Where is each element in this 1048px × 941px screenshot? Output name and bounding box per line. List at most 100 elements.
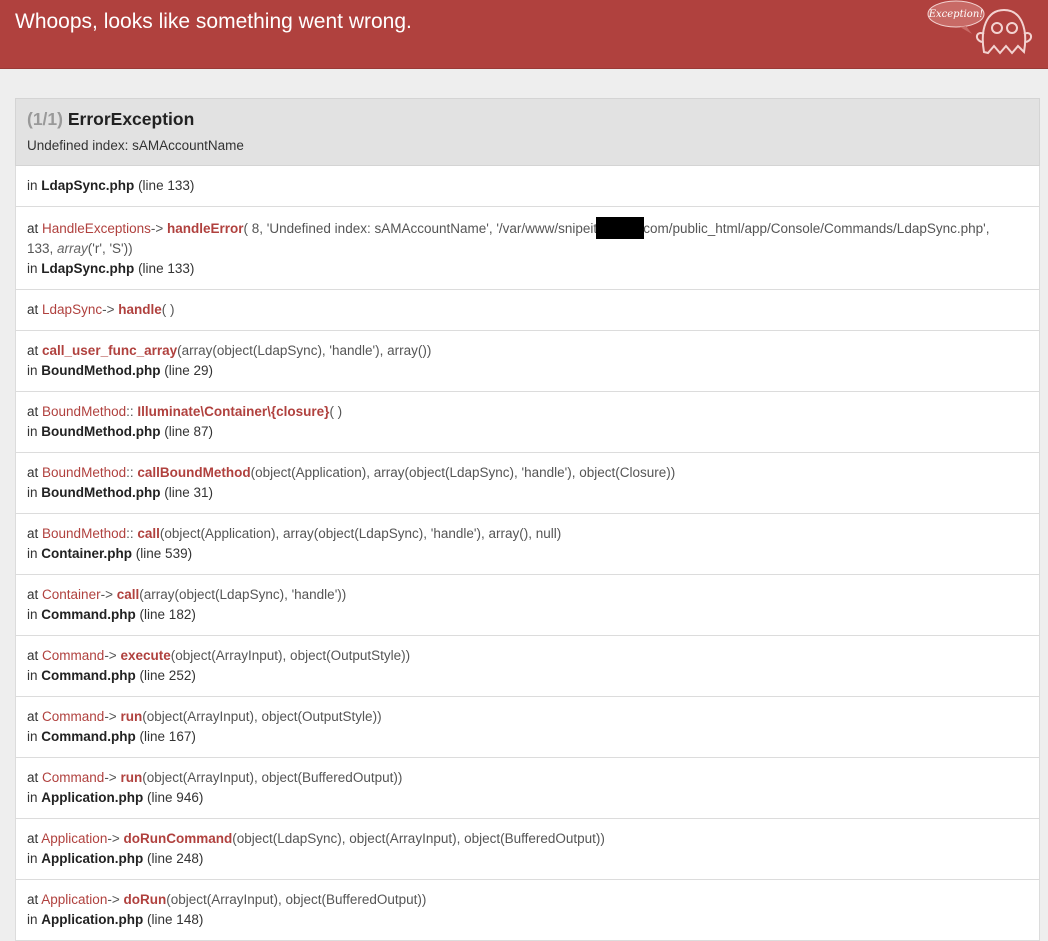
frame-location: in Application.php (line 148) — [27, 912, 204, 927]
logo-text: Exception! — [928, 9, 984, 20]
frame-function: doRunCommand — [123, 831, 233, 846]
frame-line: (line 167) — [139, 729, 196, 744]
frame-location: in Command.php (line 182) — [27, 607, 196, 622]
frame-args: (array(object(LdapSync), 'handle')) — [139, 587, 347, 602]
frame-class[interactable]: Command — [42, 770, 104, 785]
frame-file[interactable]: Container.php — [41, 546, 132, 561]
frame-file[interactable]: BoundMethod.php — [41, 485, 160, 500]
frame-file[interactable]: Command.php — [41, 668, 136, 683]
redacted-block — [596, 217, 645, 239]
frame-call: at Application-> doRun(object(ArrayInput… — [27, 892, 427, 907]
frame-file[interactable]: Application.php — [41, 851, 143, 866]
exception-panel: (1/1) ErrorException Undefined index: sA… — [15, 98, 1040, 941]
frame-function: run — [120, 770, 143, 785]
frame-function: call — [137, 526, 160, 541]
origin-file[interactable]: LdapSync.php — [41, 178, 134, 193]
frame-args: ( ) — [329, 404, 343, 419]
frame-function: Illuminate\Container\{closure} — [137, 404, 330, 419]
frame-file[interactable]: BoundMethod.php — [41, 363, 160, 378]
frame-function: call_user_func_array — [42, 343, 178, 358]
exception-header: (1/1) ErrorException Undefined index: sA… — [15, 98, 1040, 166]
stack-frame: at HandleExceptions-> handleError( 8, 'U… — [15, 207, 1040, 290]
frame-function: handleError — [167, 221, 244, 236]
exception-title: (1/1) ErrorException — [27, 109, 1028, 130]
frame-call: at Container-> call(array(object(LdapSyn… — [27, 587, 347, 602]
frame-args: (array(object(LdapSync), 'handle'), arra… — [177, 343, 432, 358]
origin-line: (line 133) — [138, 178, 195, 193]
frame-file[interactable]: BoundMethod.php — [41, 424, 160, 439]
frame-line: (line 87) — [164, 424, 214, 439]
frame-class[interactable]: LdapSync — [42, 302, 102, 317]
frame-call: at BoundMethod:: call(object(Application… — [27, 526, 562, 541]
frame-file[interactable]: Application.php — [41, 912, 143, 927]
error-header: Whoops, looks like something went wrong.… — [0, 0, 1048, 69]
stack-frame: at Command-> run(object(ArrayInput), obj… — [15, 697, 1040, 758]
frame-args: (object(Application), array(object(LdapS… — [159, 526, 562, 541]
page-title: Whoops, looks like something went wrong. — [15, 10, 412, 33]
frame-location: in BoundMethod.php (line 29) — [27, 363, 214, 378]
frame-line: (line 252) — [139, 668, 196, 683]
stack-frame: at Command-> execute(object(ArrayInput),… — [15, 636, 1040, 697]
exception-type: ErrorException — [67, 109, 195, 129]
stack-frame: at call_user_func_array(array(object(Lda… — [15, 331, 1040, 392]
stack-frame: at BoundMethod:: Illuminate\Container\{c… — [15, 392, 1040, 453]
frame-line: (line 539) — [135, 546, 193, 561]
stack-frame: at Application-> doRun(object(ArrayInput… — [15, 880, 1040, 941]
frame-call: at Command-> run(object(ArrayInput), obj… — [27, 770, 403, 785]
stack-frame: at Container-> call(array(object(LdapSyn… — [15, 575, 1040, 636]
frame-file[interactable]: Command.php — [41, 729, 136, 744]
exception-count: (1/1) — [27, 109, 63, 129]
frame-class[interactable]: Command — [42, 648, 104, 663]
frame-class[interactable]: Application — [41, 892, 107, 907]
frame-call: at call_user_func_array(array(object(Lda… — [27, 343, 432, 358]
frame-class[interactable]: BoundMethod — [42, 404, 126, 419]
frame-location: in BoundMethod.php (line 87) — [27, 424, 214, 439]
frame-line: (line 148) — [147, 912, 204, 927]
frame-class[interactable]: BoundMethod — [42, 465, 126, 480]
frame-line: (line 182) — [139, 607, 196, 622]
frame-args: ( ) — [161, 302, 175, 317]
frame-args: (object(ArrayInput), object(BufferedOutp… — [142, 770, 403, 785]
frame-location: in Command.php (line 252) — [27, 668, 196, 683]
frame-args: (object(ArrayInput), object(OutputStyle)… — [142, 709, 382, 724]
frame-line: (line 29) — [164, 363, 214, 378]
stack-frame: at BoundMethod:: call(object(Application… — [15, 514, 1040, 575]
frame-line: (line 31) — [164, 485, 214, 500]
frame-function: execute — [120, 648, 171, 663]
frame-args: (object(ArrayInput), object(OutputStyle)… — [170, 648, 411, 663]
frame-line: (line 946) — [147, 790, 204, 805]
frame-function: handle — [118, 302, 162, 317]
frame-class[interactable]: Command — [42, 709, 104, 724]
frame-location: in BoundMethod.php (line 31) — [27, 485, 214, 500]
frame-call: at BoundMethod:: callBoundMethod(object(… — [27, 465, 676, 480]
frame-call: at Command-> execute(object(ArrayInput),… — [27, 648, 411, 663]
frame-location: in Command.php (line 167) — [27, 729, 196, 744]
frame-class[interactable]: BoundMethod — [42, 526, 126, 541]
frame-line: (line 133) — [138, 261, 195, 276]
frame-call: at BoundMethod:: Illuminate\Container\{c… — [27, 404, 343, 419]
frame-file[interactable]: Application.php — [41, 790, 143, 805]
frame-args: (object(LdapSync), object(ArrayInput), o… — [232, 831, 605, 846]
frame-call: at Application-> doRunCommand(object(Lda… — [27, 831, 605, 846]
frame-location: in Application.php (line 248) — [27, 851, 204, 866]
frame-call: at HandleExceptions-> handleError( 8, 'U… — [27, 217, 1028, 259]
frame-line: (line 248) — [147, 851, 204, 866]
exception-message: Undefined index: sAMAccountName — [27, 138, 244, 153]
stack-frame: at BoundMethod:: callBoundMethod(object(… — [15, 453, 1040, 514]
frame-file[interactable]: LdapSync.php — [41, 261, 134, 276]
frame-function: callBoundMethod — [137, 465, 251, 480]
ghost-logo-icon: Exception! — [927, 0, 1032, 55]
frame-args: (object(ArrayInput), object(BufferedOutp… — [166, 892, 427, 907]
frame-call: at Command-> run(object(ArrayInput), obj… — [27, 709, 382, 724]
stack-frame: at LdapSync-> handle( ) — [15, 290, 1040, 331]
stack-frame: at Command-> run(object(ArrayInput), obj… — [15, 758, 1040, 819]
frame-location: in Container.php (line 539) — [27, 546, 193, 561]
frame-class[interactable]: Application — [41, 831, 107, 846]
frame-args: (object(Application), array(object(LdapS… — [250, 465, 676, 480]
frame-class[interactable]: HandleExceptions — [42, 221, 151, 236]
exception-origin: in LdapSync.php (line 133) — [15, 166, 1040, 207]
frame-class[interactable]: Container — [42, 587, 101, 602]
frame-file[interactable]: Command.php — [41, 607, 136, 622]
stack-frame: at Application-> doRunCommand(object(Lda… — [15, 819, 1040, 880]
frame-location: in LdapSync.php (line 133) — [27, 261, 195, 276]
